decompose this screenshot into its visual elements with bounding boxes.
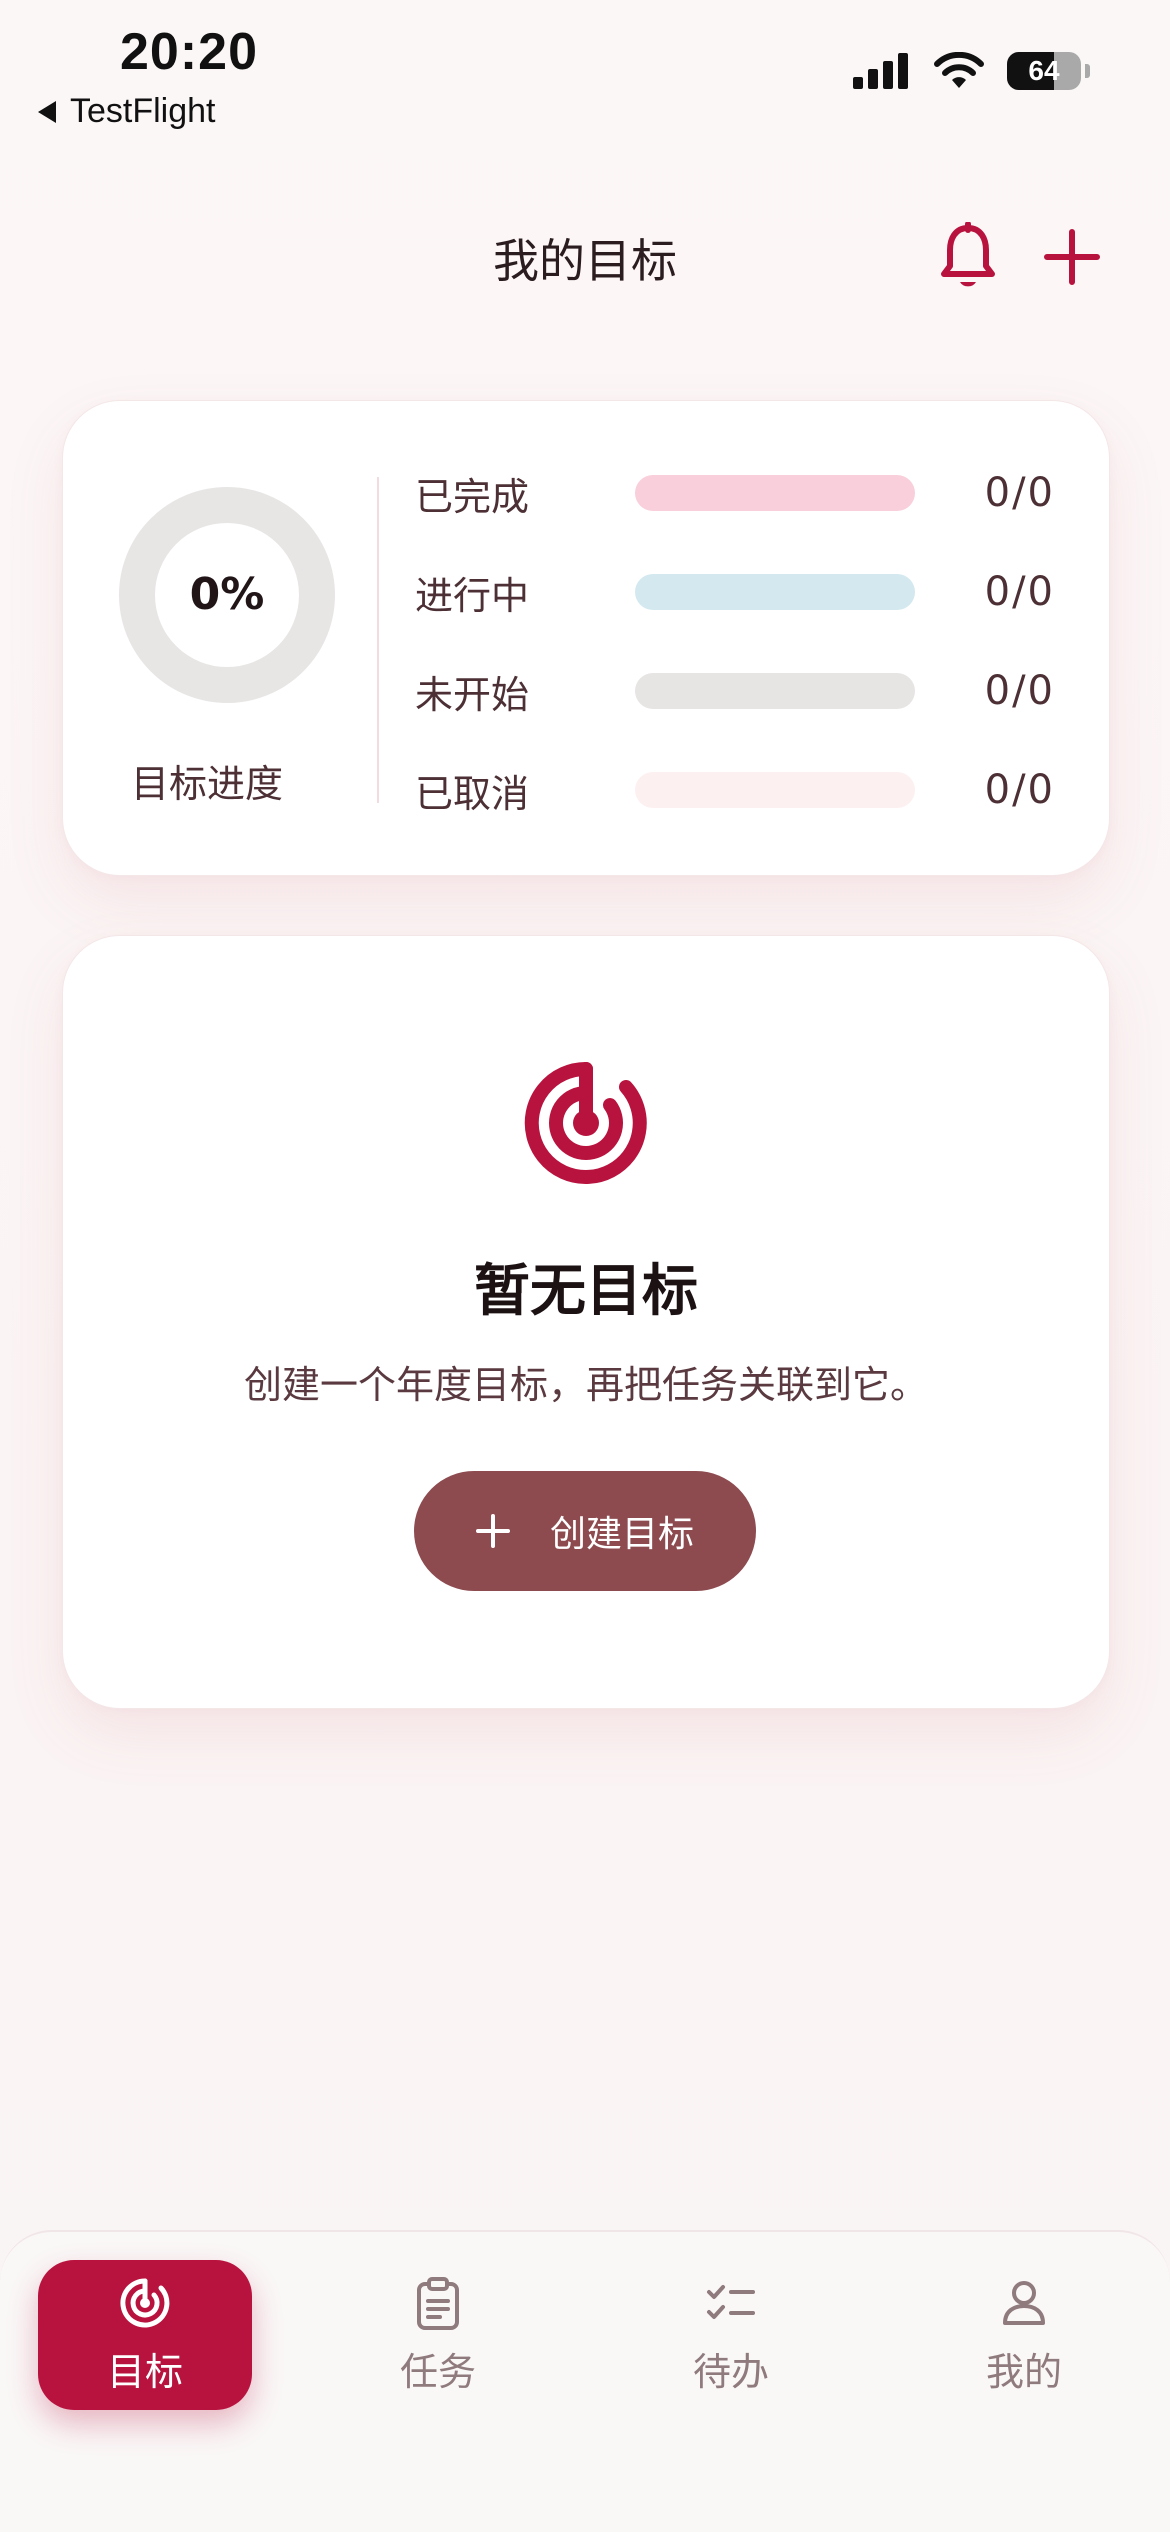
goal-progress-card: 0% 目标进度 已完成 0/0 进行中 0/0 未开始 0/0 已取消 0/0 (62, 400, 1110, 876)
stat-count: 0/0 (984, 569, 1055, 615)
person-icon (1003, 2280, 1045, 2325)
clipboard-icon (417, 2276, 459, 2330)
stat-row-completed: 已完成 0/0 (415, 463, 1055, 523)
battery-indicator: 64 (1007, 52, 1081, 90)
stat-row-in-progress: 进行中 0/0 (415, 562, 1055, 622)
progress-label: 目标进度 (130, 762, 283, 806)
stat-label: 进行中 (415, 573, 530, 618)
plus-icon (475, 1514, 510, 1548)
stat-bar (635, 772, 915, 808)
create-goal-button[interactable]: 创建目标 (414, 1471, 756, 1591)
plus-icon[interactable] (1044, 229, 1100, 285)
bottom-tab-bar: 目标 任务 待办 我的 (0, 2230, 1170, 2532)
empty-subtitle: 创建一个年度目标，再把任务关联到它。 (243, 1363, 928, 1407)
tab-label: 待办 (692, 2349, 769, 2394)
header-actions (938, 222, 1100, 292)
status-time: 20:20 (120, 23, 258, 81)
target-icon (524, 1061, 647, 1184)
checklist-icon (707, 2284, 755, 2319)
status-indicators: 64 (853, 52, 1090, 90)
tab-tasks[interactable]: 任务 (331, 2260, 545, 2410)
tab-label: 任务 (399, 2349, 476, 2394)
tab-label: 目标 (106, 2349, 183, 2394)
divider (377, 477, 379, 803)
tab-todo[interactable]: 待办 (624, 2260, 838, 2410)
stat-count: 0/0 (984, 470, 1055, 516)
bell-icon[interactable] (938, 222, 998, 292)
stat-bar (635, 574, 915, 610)
battery-level: 64 (1028, 55, 1060, 86)
tab-goals[interactable]: 目标 (38, 2260, 252, 2410)
stat-bar (635, 673, 915, 709)
progress-percent: 0% (189, 569, 265, 620)
back-label: TestFlight (70, 92, 216, 130)
stat-label: 已完成 (415, 474, 530, 519)
back-to-testflight-link[interactable]: TestFlight (38, 92, 216, 131)
empty-goals-card: 暂无目标 创建一个年度目标，再把任务关联到它。 创建目标 (62, 935, 1110, 1709)
target-icon (120, 2277, 170, 2327)
stat-count: 0/0 (984, 668, 1055, 714)
progress-ring: 0% (117, 485, 337, 705)
cellular-signal-icon (853, 53, 908, 89)
stat-count: 0/0 (984, 767, 1055, 813)
tab-profile[interactable]: 我的 (917, 2260, 1131, 2410)
stat-row-cancelled: 已取消 0/0 (415, 760, 1055, 820)
stat-label: 未开始 (415, 672, 530, 717)
stat-bar (635, 475, 915, 511)
empty-title: 暂无目标 (474, 1259, 698, 1324)
wifi-icon (934, 52, 984, 88)
screen: 20:20 TestFlight 64 我的 目标 0% 目标进度 已完成 0/0… (0, 0, 1170, 2532)
create-goal-label: 创建目标 (549, 1514, 694, 1555)
back-arrow-icon (38, 100, 56, 123)
battery-tip (1085, 64, 1090, 78)
stat-label: 已取消 (415, 771, 530, 816)
stat-row-not-started: 未开始 0/0 (415, 661, 1055, 721)
tab-label: 我的 (985, 2349, 1062, 2394)
